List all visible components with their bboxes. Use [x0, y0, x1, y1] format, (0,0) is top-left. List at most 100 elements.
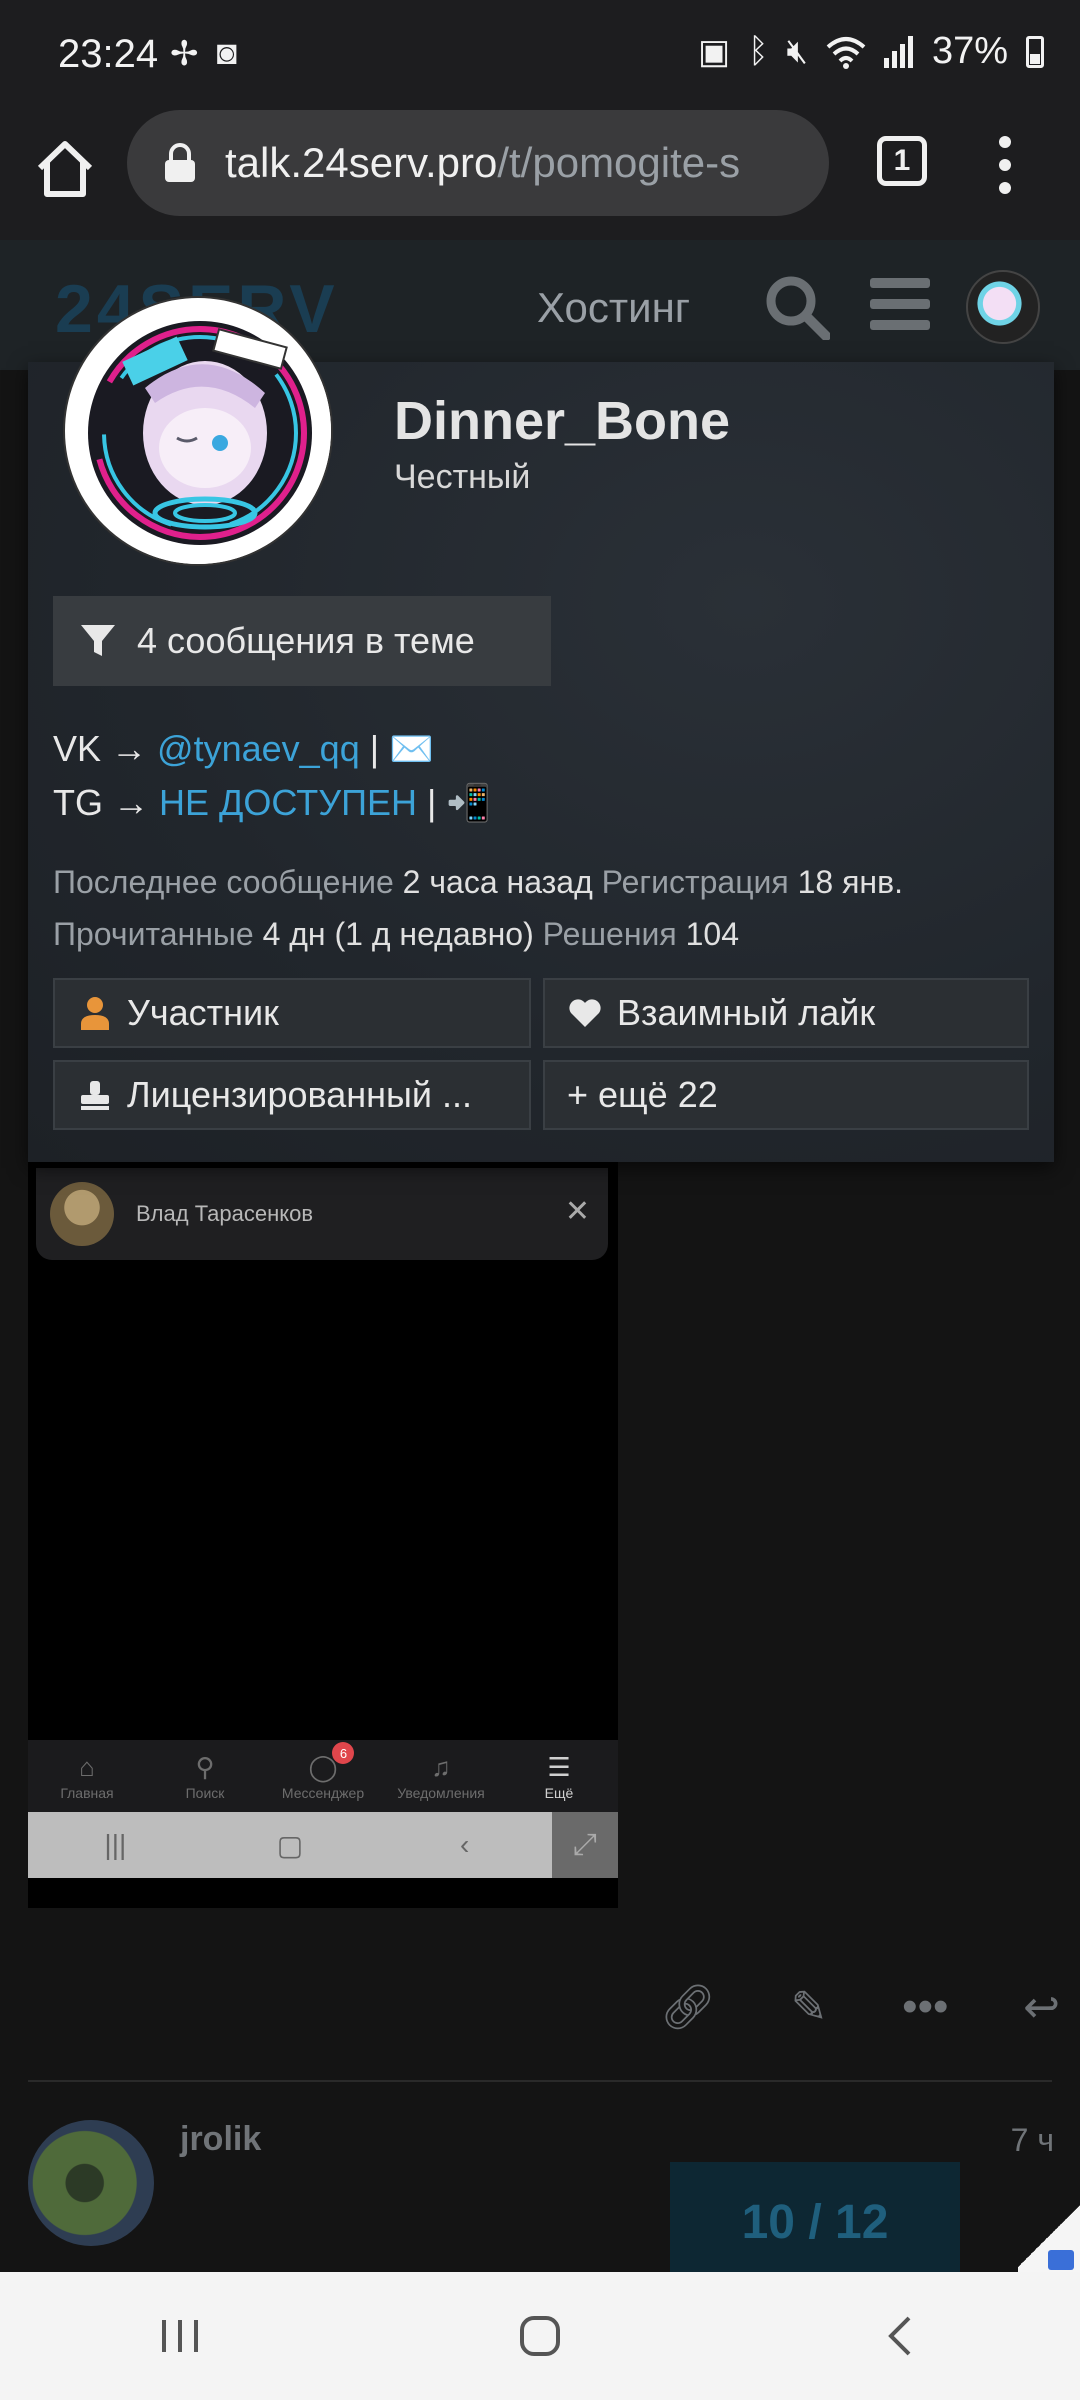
filter-posts-button[interactable]: 4 сообщения в теме — [53, 596, 551, 686]
post-image[interactable]: Влад Тарасенков ✕ ⌂ Главная ⚲ Поиск ◯ 6 Месс… — [28, 1160, 619, 1908]
bio-line-vk: VK → @tynaev_qq | ✉️ — [53, 722, 491, 776]
tab-switcher-button[interactable]: 1 — [877, 136, 927, 186]
folder-upload-icon: ▣ — [697, 32, 731, 71]
folder-icon — [1048, 2250, 1074, 2270]
recents-button[interactable] — [140, 2306, 220, 2366]
app-nav-notifications: ♫ Уведомления — [382, 1740, 500, 1812]
vk-link[interactable]: @tynaev_qq — [157, 728, 360, 769]
filter-button-label: 4 сообщения в теме — [137, 620, 475, 661]
badge-label: Лицензированный ... — [127, 1074, 473, 1115]
user-card-username[interactable]: Dinner_Bone — [394, 390, 730, 452]
user-badges: Участник Взаимный лайк Лицензированный .… — [53, 978, 1029, 1130]
tg-link[interactable]: НЕ ДОСТУПЕН — [159, 782, 417, 823]
url-path: /t/pomogite-s — [497, 139, 741, 186]
menu-icon: ☰ — [547, 1751, 571, 1782]
user-card: Dinner_Bone Честный 4 сообщения в теме V… — [28, 296, 1054, 1162]
phone-arrow-icon: 📲 — [446, 782, 492, 823]
post-actions: 🔗︎ ✎ ••• ↩ — [660, 1977, 1060, 2037]
nav-hosting-link[interactable]: Хостинг — [537, 284, 690, 332]
stat-value: 4 дн (1 д недавно) — [262, 916, 534, 952]
badge-licensed[interactable]: Лицензированный ... — [53, 1060, 531, 1130]
user-avatar[interactable] — [63, 296, 333, 566]
badge-label: Взаимный лайк — [617, 992, 876, 1033]
stat-value: 104 — [685, 916, 739, 952]
home-button[interactable] — [500, 2306, 580, 2366]
post-divider — [28, 2080, 1052, 2082]
reply-username[interactable]: jrolik — [180, 2120, 261, 2159]
fan-icon: ✢ — [170, 35, 199, 73]
mute-icon: 🔇︎ — [786, 32, 808, 70]
url-host: talk.24serv.pro — [225, 139, 498, 186]
url-text: talk.24serv.pro/t/pomogite-s — [225, 139, 740, 187]
search-icon[interactable] — [764, 274, 830, 340]
badge-mutual-like[interactable]: Взаимный лайк — [543, 978, 1029, 1048]
lock-icon — [165, 143, 195, 182]
heart-icon — [567, 995, 603, 1031]
app-nav-label: Уведомления — [397, 1784, 485, 1801]
bio-line-tg: TG → НЕ ДОСТУПЕН | 📲 — [53, 776, 491, 830]
embedded-app-nav: ⌂ Главная ⚲ Поиск ◯ 6 Мессенджер ♫ Уведомлени… — [28, 1740, 618, 1812]
edit-icon[interactable]: ✎ — [791, 1982, 828, 2033]
stamp-icon — [77, 1077, 113, 1113]
screen-record-icon: ◙ — [216, 34, 238, 72]
envelope-icon: ✉️ — [389, 728, 434, 769]
app-nav-label: Поиск — [185, 1784, 225, 1801]
home-icon[interactable] — [30, 134, 100, 204]
stat-label: Решения — [542, 916, 677, 952]
avatar-art — [68, 301, 331, 564]
expand-icon[interactable]: ⤢ — [552, 1812, 619, 1878]
user-stats: Последнее сообщение 2 часа назад Регистр… — [53, 856, 903, 960]
app-nav-label: Главная — [60, 1784, 114, 1801]
back-button[interactable] — [860, 2306, 940, 2366]
link-icon[interactable]: 🔗︎ — [660, 1981, 716, 2033]
stat-label: Последнее сообщение — [53, 864, 394, 900]
signal-icon — [883, 35, 913, 68]
stat-label: Прочитанные — [53, 916, 254, 952]
badge-more[interactable]: + ещё 22 — [543, 1060, 1029, 1130]
bio-separator: | — [369, 728, 380, 769]
close-icon: ✕ — [564, 1195, 590, 1228]
avatar — [50, 1182, 114, 1246]
user-card-title: Честный — [394, 458, 531, 496]
status-bar: 23:24 ✢ ◙ ▣ ᛒ 🔇︎ 37% — [0, 0, 1080, 110]
current-user-avatar[interactable] — [966, 270, 1040, 344]
embedded-phone-nav: ||| ▢ ‹ ⤢ — [28, 1812, 619, 1878]
bio-vk-prefix: VK → — [53, 728, 148, 769]
stats-line-1: Последнее сообщение 2 часа назад Регистр… — [53, 856, 903, 908]
system-navigation-bar — [0, 2272, 1080, 2400]
search-icon: ⚲ — [195, 1751, 215, 1782]
bluetooth-icon: ᛒ — [748, 32, 769, 70]
badge-label: + ещё 22 — [567, 1074, 718, 1115]
app-nav-search: ⚲ Поиск — [146, 1740, 264, 1812]
home-circle-icon: ▢ — [276, 1829, 304, 1861]
tab-count: 1 — [893, 144, 911, 177]
timeline-counter[interactable]: 10 / 12 — [670, 2162, 960, 2272]
app-nav-more: ☰ Ещё — [500, 1740, 618, 1812]
more-icon[interactable]: ••• — [902, 1982, 948, 2032]
home-icon: ⌂ — [79, 1751, 95, 1782]
user-bio: VK → @tynaev_qq | ✉️ TG → НЕ ДОСТУПЕН | … — [53, 722, 491, 830]
bell-icon: ♫ — [431, 1751, 451, 1782]
badge-label: Участник — [127, 992, 279, 1033]
wifi-icon — [826, 36, 866, 69]
video-call-bar: Влад Тарасенков ✕ — [36, 1168, 608, 1260]
stat-value[interactable]: 2 часа назад — [403, 864, 593, 900]
timeline-current: 10 — [741, 2195, 795, 2249]
notification-badge: 6 — [332, 1742, 355, 1764]
web-page: 24SERV Хостинг Влад Тарасенков ✕ ⌂Главна… — [0, 240, 1080, 2272]
timeline-total: 12 — [835, 2195, 889, 2249]
url-bar[interactable]: talk.24serv.pro/t/pomogite-s — [127, 110, 829, 216]
battery-percent: 37% — [931, 30, 1008, 72]
avatar[interactable] — [28, 2120, 154, 2246]
reply-icon[interactable]: ↩ — [1023, 1982, 1060, 2033]
bio-tg-prefix: TG → — [53, 782, 149, 823]
status-icons-left: ✢ ◙ — [170, 34, 237, 74]
browser-menu-icon[interactable] — [990, 130, 1020, 200]
reply-time[interactable]: 7 ч — [1011, 2122, 1054, 2159]
badge-participant[interactable]: Участник — [53, 978, 531, 1048]
status-icons-right: ▣ ᛒ 🔇︎ 37% — [698, 30, 1044, 73]
app-nav-label: Мессенджер — [281, 1784, 365, 1801]
stat-value: 18 янв. — [797, 864, 903, 900]
hamburger-menu-icon[interactable] — [870, 278, 930, 330]
stats-line-2: Прочитанные 4 дн (1 д недавно) Решения 1… — [53, 908, 903, 960]
